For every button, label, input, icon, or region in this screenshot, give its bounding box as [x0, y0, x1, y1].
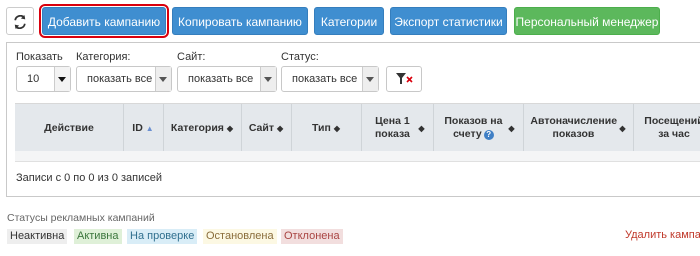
show-label: Показать [16, 51, 63, 63]
col-autoaccrual-label: Автоначисление показов [530, 115, 618, 140]
status-rejected: Отклонена [281, 229, 343, 244]
records-info: Записи с 0 по 0 из 0 записей [16, 172, 163, 184]
clear-filters-button[interactable] [386, 66, 422, 92]
refresh-icon [14, 14, 26, 30]
col-site[interactable]: Сайт ◆ [241, 104, 291, 152]
col-type-label: Тип [312, 121, 331, 134]
sort-icon: ◆ [277, 123, 284, 133]
col-category-label: Категория [170, 121, 224, 134]
chevron-down-icon [54, 67, 70, 91]
col-site-label: Сайт [248, 121, 274, 134]
status-label: Статус: [281, 51, 319, 63]
filter-clear-icon [396, 73, 413, 84]
chevron-down-icon [260, 67, 276, 91]
page-size-value: 10 [27, 73, 40, 85]
delete-campaign-link[interactable]: Удалить кампа [625, 229, 700, 241]
sort-asc-icon: ▲ [145, 123, 154, 133]
col-visits[interactable]: Посещений за час [633, 104, 700, 152]
category-label: Категория: [76, 51, 131, 63]
col-visits-label: Посещений за час [644, 115, 700, 140]
chevron-down-icon [155, 67, 171, 91]
col-type[interactable]: Тип ◆ [291, 104, 361, 152]
site-label: Сайт: [177, 51, 206, 63]
table-header: Действие ID ▲ Категория ◆ Сайт ◆ Тип ◆ Цена … [15, 103, 700, 152]
col-price-label: Цена 1 показа [374, 115, 410, 140]
status-select[interactable]: показать все [281, 66, 379, 92]
col-id[interactable]: ID ▲ [123, 104, 163, 152]
col-impressions[interactable]: Показов на счету? ◆ [433, 104, 523, 152]
col-autoaccrual[interactable]: Автоначисление показов ◆ [523, 104, 633, 152]
page-size-select[interactable]: 10 [16, 66, 71, 92]
site-select[interactable]: показать все [177, 66, 277, 92]
personal-manager-button[interactable]: Персональный менеджер [514, 7, 660, 35]
col-impressions-wrap: Показов на счету? [441, 115, 505, 141]
status-active: Активна [74, 229, 122, 244]
site-value: показать все [188, 73, 254, 85]
col-id-label: ID [132, 121, 143, 134]
copy-campaign-button[interactable]: Копировать кампанию [172, 7, 308, 35]
category-value: показать все [87, 73, 153, 85]
statuses-title: Статусы рекламных кампаний [7, 212, 155, 224]
col-action-label: Действие [44, 121, 94, 134]
category-select[interactable]: показать все [76, 66, 172, 92]
sort-icon: ◆ [619, 123, 626, 133]
col-price[interactable]: Цена 1 показа ◆ [361, 104, 433, 152]
sort-icon: ◆ [333, 123, 340, 133]
col-action[interactable]: Действие [15, 104, 123, 152]
export-stats-button[interactable]: Экспорт статистики [390, 7, 507, 35]
status-inactive: Неактивна [7, 229, 68, 244]
campaigns-panel: Показать 10 Категория: показать все Сайт… [6, 42, 700, 197]
add-campaign-button[interactable]: Добавить кампанию [39, 4, 169, 38]
table-empty-row [15, 151, 700, 162]
help-icon[interactable]: ? [483, 130, 494, 140]
sort-icon: ◆ [418, 123, 425, 133]
status-review: На проверке [127, 229, 198, 244]
col-category[interactable]: Категория ◆ [163, 104, 241, 152]
sort-icon: ◆ [226, 123, 234, 133]
chevron-down-icon [362, 67, 378, 91]
status-stopped: Остановлена [203, 229, 277, 244]
refresh-button[interactable] [6, 7, 34, 35]
status-value: показать все [292, 73, 358, 85]
categories-button[interactable]: Категории [314, 7, 384, 35]
toolbar: Добавить кампанию Копировать кампанию Ка… [6, 4, 700, 38]
sort-icon: ◆ [508, 123, 515, 133]
col-impressions-label: Показов на счету [444, 115, 503, 140]
